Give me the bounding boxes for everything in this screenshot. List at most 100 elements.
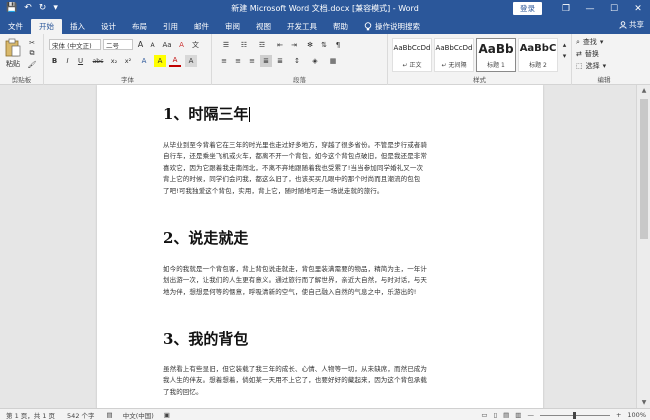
tab-view[interactable]: 视图 (248, 19, 279, 34)
replace-button[interactable]: ⇄ 替换 (576, 49, 632, 59)
style-heading-2[interactable]: AaBbC 标题 2 (518, 38, 558, 72)
phonetic-guide-button[interactable]: 文 (190, 39, 201, 50)
heading-2[interactable]: 2、说走就走 (163, 227, 248, 248)
tab-design[interactable]: 设计 (93, 19, 124, 34)
align-right-icon[interactable]: ≡ (246, 55, 258, 67)
share-label: 共享 (629, 20, 644, 29)
paragraph-3[interactable]: 虽然看上有些显旧，但它装载了我三年的成长、心情、人物等一切，从未缺席，而然已成为… (163, 364, 483, 398)
minimize-button[interactable]: — (578, 4, 602, 14)
align-center-icon[interactable]: ≡ (232, 55, 244, 67)
zoom-level[interactable]: 100% (627, 411, 646, 419)
macro-record-icon[interactable]: ▣ (164, 411, 170, 419)
style-normal[interactable]: AaBbCcDd ↵ 正文 (392, 38, 432, 72)
style-heading-1[interactable]: AaBb 标题 1 (476, 38, 516, 72)
paragraph-1[interactable]: 从毕业到至今背着它在三年的时光里也走过好多地方，穿越了很多省份。不管是步行或者骑… (163, 140, 483, 197)
text-line: 喜欢它，因为它跟着我走南闯北，不离不弃地跟随着我也受累了!当当参加同学婚礼又一次 (163, 163, 424, 172)
page-count[interactable]: 第 1 页，共 1 页 (6, 410, 55, 420)
strikethrough-button[interactable]: abc (90, 55, 106, 67)
tell-me-search[interactable]: 操作说明搜索 (356, 19, 428, 34)
zoom-slider-knob[interactable] (572, 411, 576, 419)
format-painter-icon[interactable]: 🖌 (26, 60, 38, 69)
web-layout-icon[interactable]: ▥ (515, 411, 521, 419)
text-line: 从毕业到至今背着它在三年的时光里也走过好多地方，穿越了很多省份。不管是步行或者骑 (163, 141, 427, 149)
word-count[interactable]: 542 个字 (67, 410, 94, 420)
style-name: ↵ 无间隔 (441, 62, 467, 69)
document-page[interactable]: 1、时隔三年 从毕业到至今背着它在三年的时光里也走过好多地方，穿越了很多省份。不… (97, 85, 543, 408)
tab-layout[interactable]: 布局 (124, 19, 155, 34)
find-icon: ⌕ (576, 37, 580, 46)
close-button[interactable]: ✕ (626, 4, 650, 14)
tab-mailings[interactable]: 邮件 (186, 19, 217, 34)
share-button[interactable]: 共享 (619, 19, 644, 30)
proofing-icon[interactable]: ▤ (107, 411, 113, 419)
ribbon-display-options-icon[interactable]: ❐ (554, 4, 578, 14)
character-shading-button[interactable]: A (185, 55, 197, 67)
italic-button[interactable]: I (62, 55, 73, 67)
paste-label[interactable]: 粘贴 (2, 59, 24, 69)
paste-button[interactable] (4, 37, 22, 59)
cut-icon[interactable]: ✂ (26, 38, 38, 47)
zoom-out-button[interactable]: — (527, 411, 534, 419)
maximize-button[interactable]: ☐ (602, 4, 626, 14)
vertical-scrollbar[interactable]: ▲ ▼ (636, 85, 650, 408)
focus-mode-icon[interactable]: ▭ (481, 411, 487, 419)
copy-icon[interactable]: ⧉ (26, 49, 38, 58)
chinese-layout-icon[interactable]: ✻ (304, 39, 316, 50)
shrink-font-button[interactable]: A (147, 40, 158, 51)
bold-button[interactable]: B (49, 55, 60, 67)
change-case-button[interactable]: Aa (160, 39, 174, 50)
subscript-button[interactable]: x₂ (108, 55, 120, 67)
decrease-indent-icon[interactable]: ⇤ (274, 39, 286, 50)
tab-review[interactable]: 审阅 (217, 19, 248, 34)
text-line: 如今的我就是一个背包客，背上背包说走就走，背包里装满需要的物品，精简为主，一年计 (163, 265, 427, 273)
heading-1[interactable]: 1、时隔三年 (163, 103, 251, 124)
login-button[interactable]: 登录 (513, 2, 542, 15)
font-name-select[interactable]: 宋体 (中文正) (49, 39, 101, 50)
language-indicator[interactable]: 中文(中国) (123, 410, 154, 420)
document-area[interactable]: 1、时隔三年 从毕业到至今背着它在三年的时光里也走过好多地方，穿越了很多省份。不… (0, 85, 650, 408)
zoom-slider[interactable] (539, 411, 610, 419)
bullets-icon[interactable]: ☰ (218, 39, 234, 50)
paragraph-2[interactable]: 如今的我就是一个背包客，背上背包说走就走，背包里装满需要的物品，精简为主，一年计… (163, 264, 483, 298)
read-mode-icon[interactable]: ▯ (494, 411, 498, 419)
styles-scroll-up-icon[interactable]: ▴ (560, 40, 569, 50)
line-spacing-icon[interactable]: ↕ (290, 55, 304, 67)
print-layout-icon[interactable]: ▤ (503, 411, 509, 419)
select-button[interactable]: ⬚ 选择 ▾ (576, 61, 632, 71)
tab-file[interactable]: 文件 (0, 19, 31, 34)
scrollbar-thumb[interactable] (640, 99, 648, 239)
underline-button[interactable]: U (75, 55, 86, 67)
tab-help[interactable]: 帮助 (325, 19, 356, 34)
highlight-color-button[interactable]: A (154, 55, 166, 67)
heading-3[interactable]: 3、我的背包 (163, 328, 248, 349)
zoom-in-button[interactable]: + (616, 411, 621, 419)
sort-icon[interactable]: ⇅ (318, 39, 330, 50)
multilevel-list-icon[interactable]: ☲ (254, 39, 270, 50)
increase-indent-icon[interactable]: ⇥ (288, 39, 300, 50)
style-no-spacing[interactable]: AaBbCcDd ↵ 无间隔 (434, 38, 474, 72)
font-color-button[interactable]: A (169, 55, 181, 67)
tell-me-label: 操作说明搜索 (375, 22, 420, 31)
clear-formatting-button[interactable]: A (176, 39, 187, 50)
text-effects-button[interactable]: A (138, 55, 150, 67)
superscript-button[interactable]: x² (122, 55, 134, 67)
tab-developer[interactable]: 开发工具 (279, 19, 325, 34)
tab-references[interactable]: 引用 (155, 19, 186, 34)
find-button[interactable]: ⌕ 查找 ▾ (576, 37, 632, 47)
styles-scroll-down-icon[interactable]: ▾ (560, 51, 569, 61)
numbering-icon[interactable]: ☷ (236, 39, 252, 50)
shading-icon[interactable]: ◈ (308, 55, 322, 67)
show-marks-icon[interactable]: ¶ (332, 39, 344, 50)
scroll-up-icon[interactable]: ▲ (637, 87, 650, 94)
style-sample: AaBbCcDd (435, 44, 473, 52)
borders-icon[interactable]: ▦ (326, 55, 340, 67)
replace-label: 替换 (584, 50, 599, 58)
tab-home[interactable]: 开始 (31, 19, 62, 34)
justify-icon[interactable]: ≣ (260, 55, 272, 67)
scroll-down-icon[interactable]: ▼ (637, 399, 650, 406)
tab-insert[interactable]: 插入 (62, 19, 93, 34)
distributed-icon[interactable]: ≣ (274, 55, 286, 67)
font-size-select[interactable]: 二号 (103, 39, 133, 50)
grow-font-button[interactable]: A (135, 39, 146, 50)
align-left-icon[interactable]: ≡ (218, 55, 230, 67)
